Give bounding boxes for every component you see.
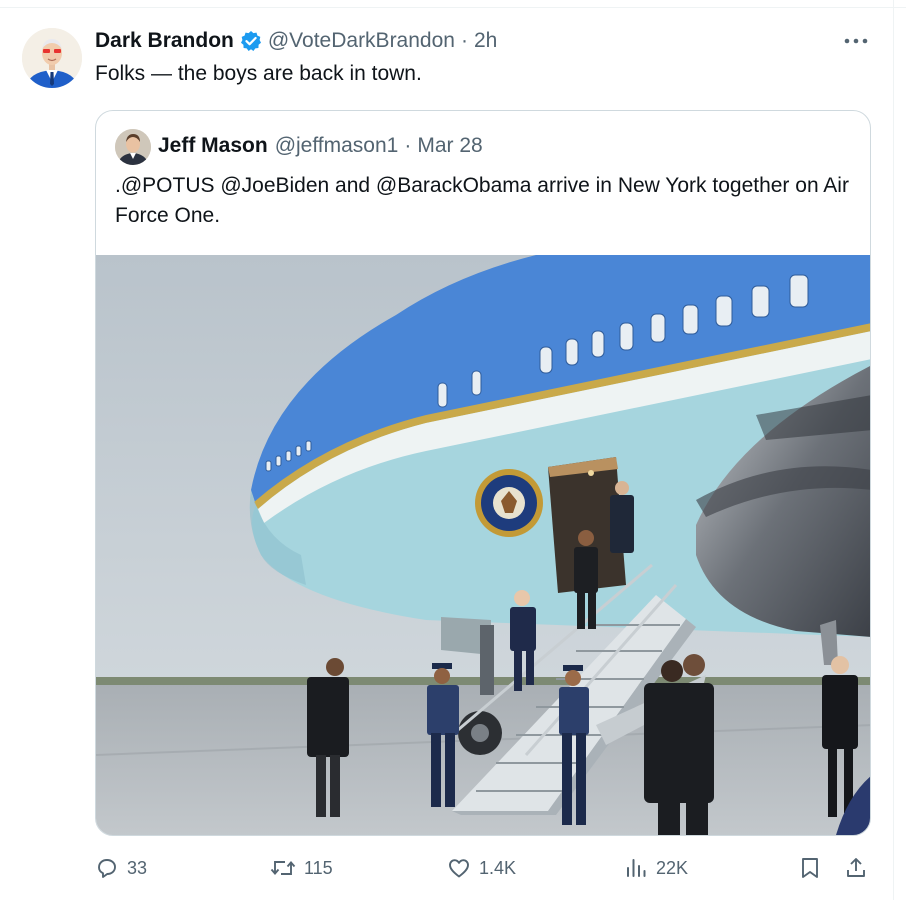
more-options-button[interactable] (843, 30, 869, 50)
quoted-separator-dot: · (404, 134, 412, 157)
quoted-author-handle[interactable]: @jeffmason1 (275, 134, 399, 158)
more-horizontal-icon (844, 31, 868, 49)
reply-count: 33 (127, 857, 148, 878)
analytics-icon (624, 856, 648, 880)
separator-dot: · (460, 29, 468, 52)
right-divider (893, 0, 894, 900)
quoted-timestamp[interactable]: Mar 28 (417, 134, 482, 158)
share-button[interactable] (844, 850, 868, 886)
views-button[interactable]: 22K (624, 850, 688, 886)
tweet-header: Dark Brandon @VoteDarkBrandon · 2h (95, 28, 497, 54)
tweet-text: Folks — the boys are back in town. (95, 62, 422, 85)
like-count: 1.4K (479, 857, 517, 878)
author-name[interactable]: Dark Brandon (95, 29, 234, 53)
reply-button[interactable]: 33 (95, 850, 147, 886)
quoted-tweet-text: .@POTUS @JoeBiden and @BarackObama arriv… (115, 174, 849, 227)
quoted-author-name[interactable]: Jeff Mason (158, 134, 268, 158)
author-avatar[interactable] (22, 28, 82, 88)
verified-badge-icon (240, 30, 262, 52)
reply-icon (95, 856, 119, 880)
quoted-author-avatar[interactable] (115, 129, 151, 165)
quoted-tweet-header: Jeff Mason @jeffmason1 · Mar 28 (158, 133, 483, 159)
timestamp[interactable]: 2h (474, 29, 497, 53)
repost-count: 115 (304, 857, 333, 878)
repost-icon (270, 856, 296, 880)
action-bar: 33 115 1.4K 22K (0, 850, 906, 886)
share-icon (844, 856, 868, 880)
quoted-tweet-card[interactable]: Jeff Mason @jeffmason1 · Mar 28 .@POTUS … (95, 110, 871, 836)
bookmark-icon (798, 856, 822, 880)
top-divider (0, 7, 906, 8)
quoted-tweet-photo[interactable] (96, 255, 870, 835)
bookmark-button[interactable] (798, 850, 822, 886)
author-handle[interactable]: @VoteDarkBrandon (268, 29, 455, 53)
view-count: 22K (656, 857, 689, 878)
heart-icon (447, 856, 471, 880)
repost-button[interactable]: 115 (270, 850, 333, 886)
like-button[interactable]: 1.4K (447, 850, 516, 886)
